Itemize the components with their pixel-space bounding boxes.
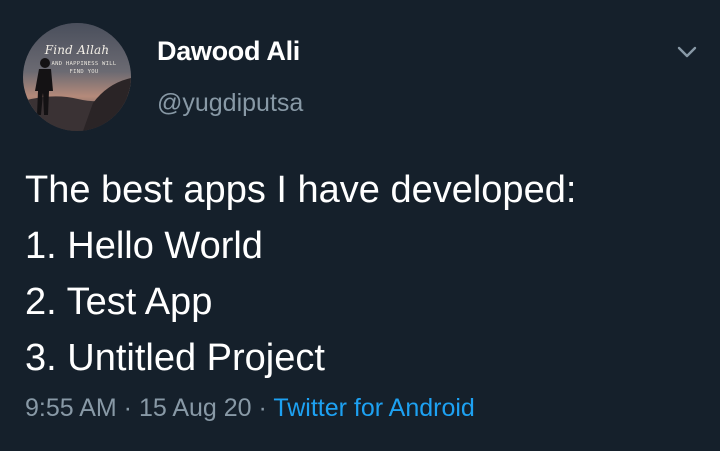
tweet-time[interactable]: 9:55 AM (25, 394, 117, 422)
tweet-source-link[interactable]: Twitter for Android (273, 394, 474, 422)
user-handle[interactable]: @yugdiputsa (157, 89, 303, 118)
avatar-caption-subtitle: AND HAPPINESS WILL FIND YOU (51, 61, 117, 75)
tweet-line: The best apps I have developed: (25, 169, 577, 211)
avatar-caption-title: Find Allah (44, 43, 110, 57)
tweet-meta: 9:55 AM · 15 Aug 20 · Twitter for Androi… (25, 394, 475, 423)
meta-separator: · (251, 394, 274, 422)
tweet-line: 1. Hello World (25, 225, 263, 267)
chevron-down-icon[interactable] (676, 44, 698, 60)
meta-separator: · (116, 394, 139, 422)
tweet-text: The best apps I have developed: 1. Hello… (25, 162, 705, 386)
avatar[interactable]: Find Allah AND HAPPINESS WILL FIND YOU (23, 23, 131, 131)
avatar-photo (23, 23, 131, 131)
display-name[interactable]: Dawood Ali (157, 36, 300, 67)
tweet-card: Find Allah AND HAPPINESS WILL FIND YOU D… (0, 0, 720, 451)
tweet-date[interactable]: 15 Aug 20 (139, 394, 252, 422)
tweet-line: 2. Test App (25, 281, 213, 323)
tweet-line: 3. Untitled Project (25, 337, 325, 379)
